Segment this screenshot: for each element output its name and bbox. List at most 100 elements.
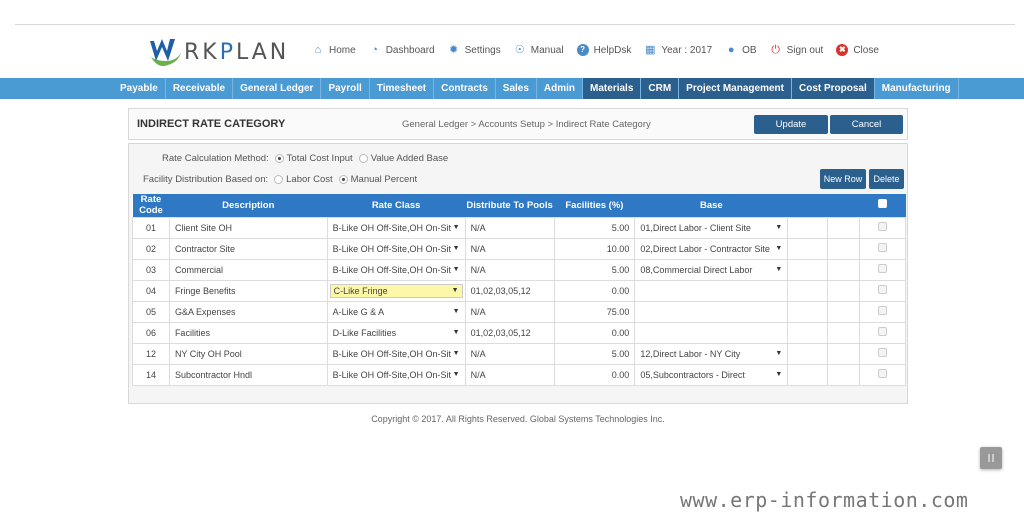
rate-class-select[interactable]: B-Like OH Off-Site,OH On-Sit ▼ [333, 244, 460, 254]
base-select[interactable]: 02,Direct Labor - Contractor Site ▼ [640, 244, 782, 254]
row-checkbox[interactable] [878, 222, 888, 231]
dropdown-caret-icon: ▼ [775, 350, 783, 357]
cell-description[interactable]: Facilities [168, 321, 328, 344]
cell-distribute-to-pools[interactable]: 01,02,03,05,12 [464, 279, 555, 302]
cell-base[interactable]: 01,Direct Labor - Client Site ▼ [634, 216, 789, 239]
cell-facilities[interactable]: 0.00 [553, 363, 636, 386]
new-row-button[interactable]: New Row [820, 169, 866, 189]
cell-distribute-to-pools[interactable]: N/A [464, 237, 555, 260]
cell-blank-2 [827, 258, 861, 281]
rate-class-select[interactable]: C-Like Fringe ▼ [329, 283, 463, 298]
cell-blank-2 [827, 363, 861, 386]
cell-rate-code[interactable]: 05 [132, 300, 170, 323]
cell-distribute-to-pools[interactable]: N/A [464, 258, 555, 281]
cell-rate-code[interactable]: 14 [132, 363, 170, 386]
topnav-sign-out[interactable]: ⏻ Sign out [770, 44, 823, 56]
radio-total-cost-input[interactable]: Total Cost Input [274, 153, 353, 164]
cell-description[interactable]: Commercial [168, 258, 328, 281]
cell-distribute-to-pools[interactable]: 01,02,03,05,12 [464, 321, 555, 344]
cell-rate-code[interactable]: 01 [132, 216, 170, 239]
topnav-settings[interactable]: ✹ Settings [448, 44, 501, 56]
base-select[interactable]: 12,Direct Labor - NY City ▼ [640, 349, 782, 359]
row-checkbox[interactable] [878, 264, 888, 273]
cell-description[interactable]: Client Site OH [168, 216, 328, 239]
cell-facilities[interactable]: 5.00 [553, 342, 636, 365]
tab-contracts[interactable]: Contracts [434, 78, 496, 99]
tab-general-ledger[interactable]: General Ledger [233, 78, 322, 99]
tab-cost-proposal[interactable]: Cost Proposal [791, 78, 875, 99]
cell-facilities[interactable]: 0.00 [553, 321, 636, 344]
tab-project-management[interactable]: Project Management [679, 78, 792, 99]
topnav-dashboard[interactable]: ◔ Dashboard [369, 44, 434, 56]
row-checkbox[interactable] [878, 285, 888, 294]
select-all-checkbox[interactable] [878, 199, 888, 209]
topnav-year-2017[interactable]: ▦ Year : 2017 [644, 44, 712, 56]
row-checkbox[interactable] [878, 348, 888, 357]
tab-materials[interactable]: Materials [583, 78, 642, 99]
rate-class-select[interactable]: B-Like OH Off-Site,OH On-Sit ▼ [333, 349, 460, 359]
base-select[interactable]: 05,Subcontractors - Direct ▼ [640, 370, 782, 380]
cell-blank-1 [787, 300, 829, 323]
base-select[interactable]: 08,Commercial Direct Labor ▼ [640, 265, 782, 275]
cell-base[interactable]: 08,Commercial Direct Labor ▼ [634, 258, 789, 281]
tab-sales[interactable]: Sales [496, 78, 537, 99]
table-header-row: Rate Code Description Rate Class Distrib… [132, 194, 906, 217]
cell-facilities[interactable]: 5.00 [553, 216, 636, 239]
rate-class-select[interactable]: B-Like OH Off-Site,OH On-Sit ▼ [333, 223, 460, 233]
rate-class-select[interactable]: D-Like Facilities ▼ [333, 328, 460, 338]
tab-crm[interactable]: CRM [641, 78, 680, 99]
cell-description[interactable]: NY City OH Pool [168, 342, 328, 365]
cell-rate-code[interactable]: 12 [132, 342, 170, 365]
cell-description[interactable]: G&A Expenses [168, 300, 328, 323]
topnav-close[interactable]: ✖ Close [836, 44, 879, 56]
logo[interactable]: RKPLAN [148, 34, 289, 70]
cell-rate-code[interactable]: 02 [132, 237, 170, 260]
rate-class-select[interactable]: B-Like OH Off-Site,OH On-Sit ▼ [333, 265, 460, 275]
tab-admin[interactable]: Admin [537, 78, 584, 99]
cell-facilities[interactable]: 0.00 [553, 279, 636, 302]
cell-description[interactable]: Subcontractor Hndl [168, 363, 328, 386]
cell-rate-class: B-Like OH Off-Site,OH On-Sit ▼ [326, 342, 466, 365]
cell-distribute-to-pools[interactable]: N/A [464, 300, 555, 323]
tab-manufacturing[interactable]: Manufacturing [875, 78, 959, 99]
radio-labor-cost[interactable]: Labor Cost [274, 174, 333, 185]
cell-rate-code[interactable]: 03 [132, 258, 170, 281]
rate-class-select[interactable]: A-Like G & A ▼ [333, 307, 460, 317]
tab-timesheet[interactable]: Timesheet [370, 78, 435, 99]
radio-manual-percent[interactable]: Manual Percent [338, 174, 417, 185]
tab-receivable[interactable]: Receivable [166, 78, 234, 99]
cell-distribute-to-pools[interactable]: N/A [464, 216, 555, 239]
topnav-helpdsk[interactable]: ? HelpDsk [576, 44, 631, 56]
cell-description[interactable]: Fringe Benefits [168, 279, 328, 302]
topnav-ob[interactable]: ● OB [725, 44, 757, 56]
pause-icon[interactable] [980, 447, 1002, 469]
cell-base[interactable]: 12,Direct Labor - NY City ▼ [634, 342, 789, 365]
row-checkbox[interactable] [878, 327, 888, 336]
cell-rate-code[interactable]: 06 [132, 321, 170, 344]
topnav-manual[interactable]: ☉ Manual [514, 44, 564, 56]
radio-value-added-base[interactable]: Value Added Base [358, 153, 448, 164]
cell-base[interactable]: 05,Subcontractors - Direct ▼ [634, 363, 789, 386]
topnav-home[interactable]: ⌂ Home [312, 44, 356, 56]
cell-distribute-to-pools[interactable]: N/A [464, 342, 555, 365]
cell-facilities[interactable]: 5.00 [553, 258, 636, 281]
delete-button[interactable]: Delete [869, 169, 904, 189]
cell-blank-1 [787, 258, 829, 281]
cancel-button[interactable]: Cancel [830, 115, 903, 134]
cell-distribute-to-pools[interactable]: N/A [464, 363, 555, 386]
row-checkbox[interactable] [878, 306, 888, 315]
cell-facilities[interactable]: 75.00 [553, 300, 636, 323]
tab-payable[interactable]: Payable [113, 78, 166, 99]
cell-description[interactable]: Contractor Site [168, 237, 328, 260]
tab-payroll[interactable]: Payroll [321, 78, 370, 99]
cell-base[interactable]: 02,Direct Labor - Contractor Site ▼ [634, 237, 789, 260]
radio-icon [274, 175, 284, 184]
cell-rate-code[interactable]: 04 [132, 279, 170, 302]
update-button[interactable]: Update [754, 115, 828, 134]
row-checkbox[interactable] [878, 243, 888, 252]
row-checkbox[interactable] [878, 369, 888, 378]
base-select[interactable]: 01,Direct Labor - Client Site ▼ [640, 223, 782, 233]
col-blank-1 [787, 194, 828, 217]
cell-facilities[interactable]: 10.00 [553, 237, 636, 260]
rate-class-select[interactable]: B-Like OH Off-Site,OH On-Sit ▼ [333, 370, 460, 380]
